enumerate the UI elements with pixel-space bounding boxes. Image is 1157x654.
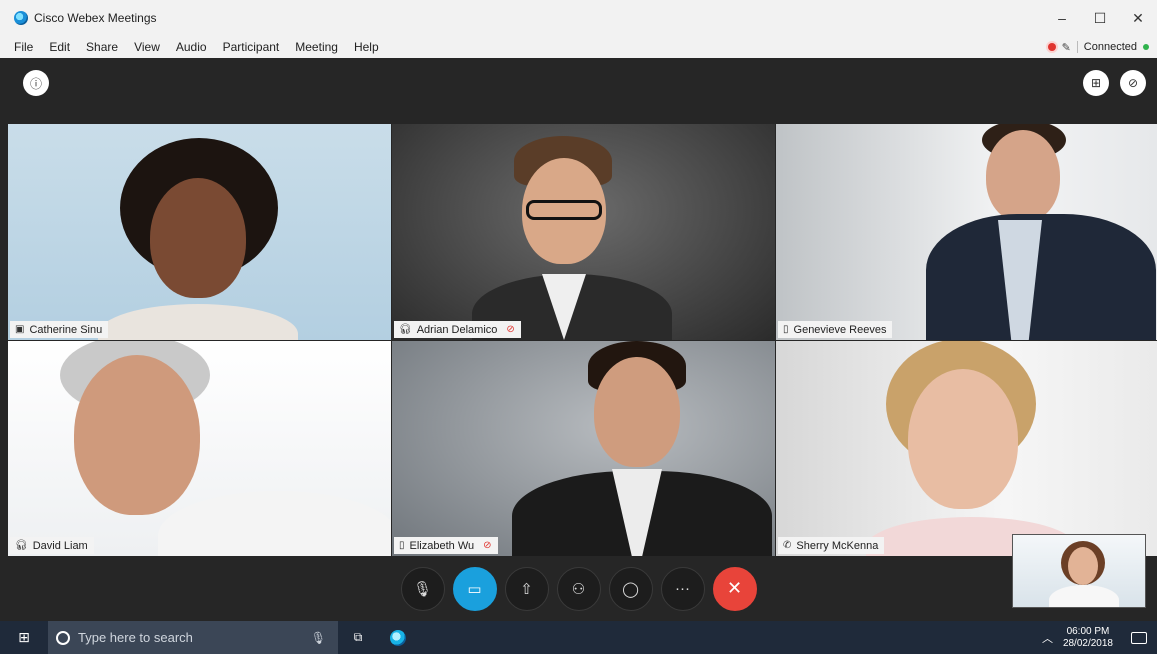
- share-upload-icon: ⇧: [520, 580, 533, 598]
- webex-logo-icon: [14, 11, 28, 25]
- person-face: [594, 357, 680, 467]
- meeting-info-button[interactable]: ⓘ: [23, 70, 49, 96]
- participant-name-tag: 🎧︎ Adrian Delamico ⊘: [394, 321, 521, 338]
- participant-name-tag: ▣ Catherine Sinu: [10, 321, 109, 338]
- video-camera-icon: ▭: [467, 580, 482, 598]
- person-face: [1068, 547, 1098, 585]
- meeting-area: ⓘ ⊞ ⊘ ▣ Catherine Sinu 🎧︎ Adrian Delamic…: [0, 58, 1157, 621]
- menu-file[interactable]: File: [14, 40, 33, 54]
- chat-button[interactable]: ◯: [608, 566, 653, 611]
- tag-icon: ⊘: [1127, 76, 1139, 90]
- connection-label: Connected: [1083, 41, 1137, 53]
- title-bar: Cisco Webex Meetings – ☐ ✕: [0, 0, 1157, 36]
- person-body: [926, 214, 1156, 340]
- video-device-icon: ▣: [15, 324, 25, 335]
- cortana-icon: [56, 630, 70, 645]
- window-controls: – ☐ ✕: [1043, 0, 1157, 36]
- participant-name: Elizabeth Wu: [409, 539, 475, 552]
- video-tile[interactable]: ▣ Catherine Sinu: [8, 124, 391, 340]
- meeting-controls: 🎙︎ ▭ ⇧ ⚇ ◯ ··· ✕: [0, 556, 1157, 621]
- video-tile[interactable]: 🎧︎ Adrian Delamico ⊘: [392, 124, 775, 340]
- search-placeholder[interactable]: Type here to search: [78, 630, 303, 645]
- recording-indicator-icon[interactable]: [1047, 43, 1056, 51]
- phone-icon: ✆: [783, 540, 792, 551]
- start-button[interactable]: ⊞: [0, 621, 48, 654]
- taskbar-search[interactable]: Type here to search 🎙︎: [48, 621, 338, 654]
- close-button[interactable]: ✕: [1119, 0, 1157, 36]
- mobile-icon: ▯: [399, 540, 405, 551]
- person-body: [1049, 585, 1119, 607]
- system-tray: ︿ 06:00 PM 28/02/2018: [1042, 626, 1157, 650]
- video-tile[interactable]: ✆ Sherry McKenna: [776, 341, 1157, 556]
- layout-button[interactable]: ⊞: [1083, 70, 1109, 96]
- participant-name: Sherry McKenna: [796, 539, 879, 552]
- person-face: [908, 369, 1018, 509]
- muted-microphone-icon: ⊘: [506, 324, 515, 335]
- participants-button[interactable]: ⚇: [556, 566, 601, 611]
- participant-name-tag: ▯ Genevieve Reeves: [778, 321, 893, 338]
- microphone-icon[interactable]: 🎙︎: [311, 631, 326, 645]
- video-tile[interactable]: 🎧︎ David Liam: [8, 341, 391, 556]
- menu-edit[interactable]: Edit: [49, 40, 70, 54]
- self-view-video[interactable]: [1012, 534, 1146, 608]
- chevron-up-icon[interactable]: ︿: [1042, 630, 1053, 646]
- person-face: [150, 178, 246, 298]
- connected-dot-icon: [1143, 44, 1149, 50]
- headset-icon: 🎧︎: [15, 540, 28, 551]
- info-icon: ⓘ: [29, 76, 42, 91]
- video-button[interactable]: ▭: [452, 566, 497, 611]
- muted-microphone-icon: ⊘: [483, 540, 492, 551]
- more-options-button[interactable]: ···: [660, 566, 705, 611]
- menu-audio[interactable]: Audio: [176, 40, 207, 54]
- end-call-icon: ✕: [726, 578, 743, 598]
- task-view-button[interactable]: ⧉: [338, 621, 378, 654]
- person-face: [74, 355, 200, 515]
- clock[interactable]: 06:00 PM 28/02/2018: [1063, 626, 1113, 650]
- maximize-button[interactable]: ☐: [1081, 0, 1119, 36]
- microphone-muted-icon: 🎙︎: [412, 580, 433, 598]
- participant-name: Genevieve Reeves: [793, 323, 887, 336]
- connection-status: ✎ Connected: [1047, 36, 1149, 58]
- participant-name-tag: ▯ Elizabeth Wu ⊘: [394, 537, 498, 554]
- glasses-icon: [526, 200, 602, 220]
- participant-name-tag: ✆ Sherry McKenna: [778, 537, 885, 554]
- webex-taskbar-button[interactable]: [378, 621, 418, 654]
- view-options-button[interactable]: ⊘: [1120, 70, 1146, 96]
- grid-layout-icon: ⊞: [1090, 76, 1102, 90]
- minimize-button[interactable]: –: [1043, 0, 1081, 36]
- participant-name: Adrian Delamico: [416, 323, 498, 336]
- share-button[interactable]: ⇧: [504, 566, 549, 611]
- video-tile[interactable]: ▯ Elizabeth Wu ⊘: [392, 341, 775, 556]
- menu-meeting[interactable]: Meeting: [295, 40, 338, 54]
- participant-name: Catherine Sinu: [29, 323, 103, 336]
- video-grid: ▣ Catherine Sinu 🎧︎ Adrian Delamico ⊘ ▯ …: [8, 124, 1157, 556]
- mute-button[interactable]: 🎙︎: [400, 566, 445, 611]
- clock-time: 06:00 PM: [1066, 625, 1110, 637]
- participant-name-tag: 🎧︎ David Liam: [10, 537, 94, 554]
- divider: [1076, 41, 1078, 53]
- end-call-button[interactable]: ✕: [712, 566, 757, 611]
- menu-bar: File Edit Share View Audio Participant M…: [0, 36, 1157, 58]
- pin-icon[interactable]: ✎: [1062, 41, 1071, 54]
- participant-name: David Liam: [32, 539, 88, 552]
- person-face: [986, 130, 1060, 222]
- participants-icon: ⚇: [571, 580, 586, 598]
- notifications-icon[interactable]: [1131, 631, 1147, 644]
- video-tile[interactable]: ▯ Genevieve Reeves: [776, 124, 1157, 340]
- more-options-icon: ···: [675, 580, 690, 597]
- windows-logo-icon: ⊞: [18, 629, 30, 645]
- webex-app-icon: [390, 629, 406, 646]
- app-title: Cisco Webex Meetings: [34, 11, 157, 25]
- chat-bubble-icon: ◯: [622, 580, 639, 598]
- menu-participant[interactable]: Participant: [223, 40, 280, 54]
- menu-view[interactable]: View: [134, 40, 160, 54]
- headset-icon: 🎧︎: [399, 324, 412, 335]
- menu-help[interactable]: Help: [354, 40, 379, 54]
- clock-date: 28/02/2018: [1062, 637, 1113, 649]
- menu-share[interactable]: Share: [86, 40, 118, 54]
- task-view-icon: ⧉: [353, 630, 363, 644]
- windows-taskbar: ⊞ Type here to search 🎙︎ ⧉ ︿ 06:00 PM 28…: [0, 621, 1157, 654]
- mobile-icon: ▯: [783, 324, 789, 335]
